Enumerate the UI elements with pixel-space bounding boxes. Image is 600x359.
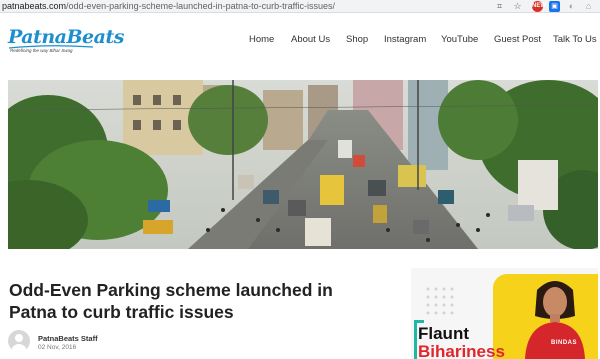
star-icon[interactable]: ☆ [512,1,523,12]
nav-shop[interactable]: Shop [346,33,368,47]
author-meta: PatnaBeats Staff 02 Nov, 2016 [8,330,208,356]
logo-text: PatnaBeats [8,26,124,48]
qr-code-icon[interactable]: ⌗ [494,1,505,12]
ad-headline-line1: Flaunt [418,324,469,343]
hero-image [8,80,598,249]
dot-pattern-icon [426,287,454,315]
post-date: 02 Nov, 2016 [38,344,77,351]
nav-about-us[interactable]: About Us [291,33,330,47]
site-header: PatnaBeats Redefining the way Bihar Swag… [0,14,600,66]
url-domain: patnabeats.com [2,1,67,11]
nav-home[interactable]: Home [249,33,274,47]
site-logo[interactable]: PatnaBeats Redefining the way Bihar Swag [8,27,124,61]
nav-instagram[interactable]: Instagram [384,33,426,47]
browser-address-bar[interactable]: patnabeats.com/odd-even-parking-scheme-l… [0,0,600,13]
ad-model-image [525,281,585,359]
street-scene-image [8,80,598,249]
tshirt-text: BINDAS [551,340,578,346]
notification-icon[interactable]: ⌂ [583,1,594,12]
nav-talk-to-us[interactable]: Talk To Us :) [553,33,600,47]
extension-grey-icon[interactable]: ◐ [566,1,577,12]
extension-red-icon[interactable]: NEW [532,1,546,12]
avatar-head-icon [15,334,23,342]
nav-youtube[interactable]: YouTube [441,33,478,47]
avatar-body-icon [11,344,27,352]
ad-banner[interactable]: BINDAS Flaunt Bihariness [411,268,598,359]
avatar[interactable] [8,330,30,352]
nav-guest-post[interactable]: Guest Post [494,33,541,47]
url-text[interactable]: patnabeats.com/odd-even-parking-scheme-l… [2,1,335,12]
extension-blue-icon[interactable]: ▣ [549,1,560,12]
url-path: /odd-even-parking-scheme-launched-in-pat… [66,1,336,11]
article-title: Odd-Even Parking scheme launched in Patn… [9,280,333,322]
logo-tagline: Redefining the way Bihar Swag [10,48,73,53]
ad-headline-line2: Bihariness [418,342,505,359]
author-name[interactable]: PatnaBeats Staff [38,334,98,343]
